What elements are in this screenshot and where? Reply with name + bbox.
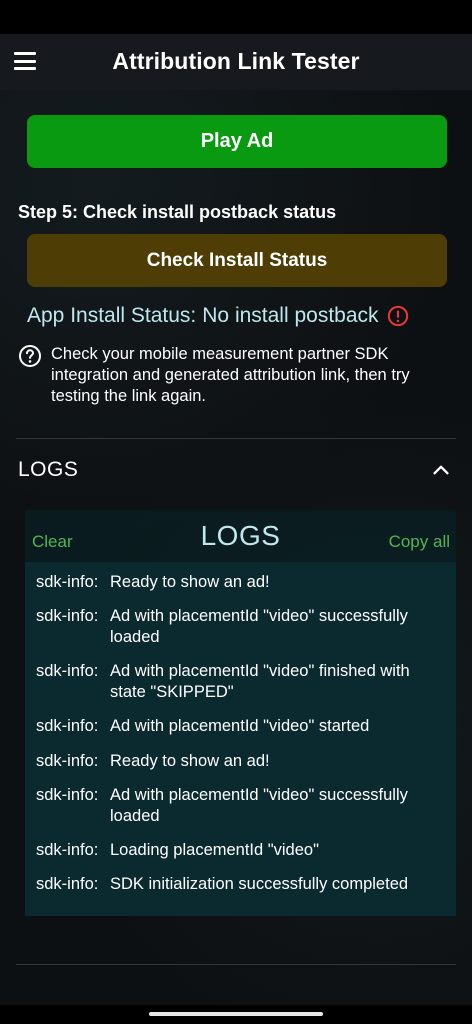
- log-source: sdk-info:: [36, 662, 99, 680]
- log-source: sdk-info:: [36, 786, 99, 804]
- log-list[interactable]: sdk-info: Ready to show an ad! sdk-info:…: [25, 562, 456, 916]
- log-entry: sdk-info: Ad with placementId "video" su…: [36, 785, 446, 826]
- log-source: sdk-info:: [36, 573, 99, 591]
- log-source: sdk-info:: [36, 875, 99, 893]
- log-entry: sdk-info: Loading placementId "video": [36, 840, 446, 861]
- log-message: Ad with placementId "video" started: [110, 717, 370, 735]
- log-message: SDK initialization successfully complete…: [110, 875, 409, 893]
- log-message: Ad with placementId "video" finished wit…: [110, 662, 410, 701]
- check-install-status-button[interactable]: Check Install Status: [27, 234, 447, 287]
- log-source: sdk-info:: [36, 607, 99, 625]
- status-bar: [0, 0, 472, 34]
- play-ad-button[interactable]: Play Ad: [27, 115, 447, 168]
- main-content[interactable]: Play Ad Step 5: Check install postback s…: [0, 90, 472, 1005]
- log-entry: sdk-info: Ad with placementId "video" fi…: [36, 661, 446, 702]
- app-bar: Attribution Link Tester: [0, 34, 472, 90]
- help-text: Check your mobile measurement partner SD…: [51, 345, 410, 405]
- app-title: Attribution Link Tester: [112, 48, 360, 74]
- install-status: App Install Status: No install postback: [27, 304, 409, 328]
- log-message: Ad with placementId "video" successfully…: [110, 607, 408, 646]
- log-source: sdk-info:: [36, 717, 99, 735]
- log-entry: sdk-info: Ready to show an ad!: [36, 751, 446, 772]
- divider: [16, 438, 456, 439]
- install-status-label: App Install Status:: [27, 304, 197, 327]
- home-indicator[interactable]: [149, 1012, 323, 1016]
- error-circle-icon: [387, 305, 408, 327]
- logs-header-title: LOGS: [18, 458, 79, 481]
- install-status-value: No install postback: [202, 304, 379, 327]
- help-row: Check your mobile measurement partner SD…: [18, 344, 458, 407]
- divider: [16, 964, 456, 965]
- step-label: Step 5: Check install postback status: [18, 202, 337, 222]
- log-source: sdk-info:: [36, 841, 99, 859]
- help-circle-icon: [19, 345, 41, 367]
- log-entry: sdk-info: Ad with placementId "video" st…: [36, 716, 446, 737]
- log-message: Ad with placementId "video" successfully…: [110, 786, 408, 825]
- log-entry: sdk-info: Ad with placementId "video" su…: [36, 606, 446, 647]
- log-source: sdk-info:: [36, 752, 99, 770]
- log-message: Loading placementId "video": [110, 841, 319, 859]
- logs-section-header[interactable]: LOGS: [18, 450, 452, 490]
- log-message: Ready to show an ad!: [110, 573, 270, 591]
- log-entry: sdk-info: SDK initialization successfull…: [36, 874, 446, 895]
- log-message: Ready to show an ad!: [110, 752, 270, 770]
- copy-all-button[interactable]: Copy all: [389, 532, 450, 552]
- chevron-up-icon[interactable]: [430, 459, 452, 481]
- log-entry: sdk-info: Ready to show an ad!: [36, 572, 446, 593]
- logs-toolbar: Clear LOGS Copy all: [25, 518, 456, 558]
